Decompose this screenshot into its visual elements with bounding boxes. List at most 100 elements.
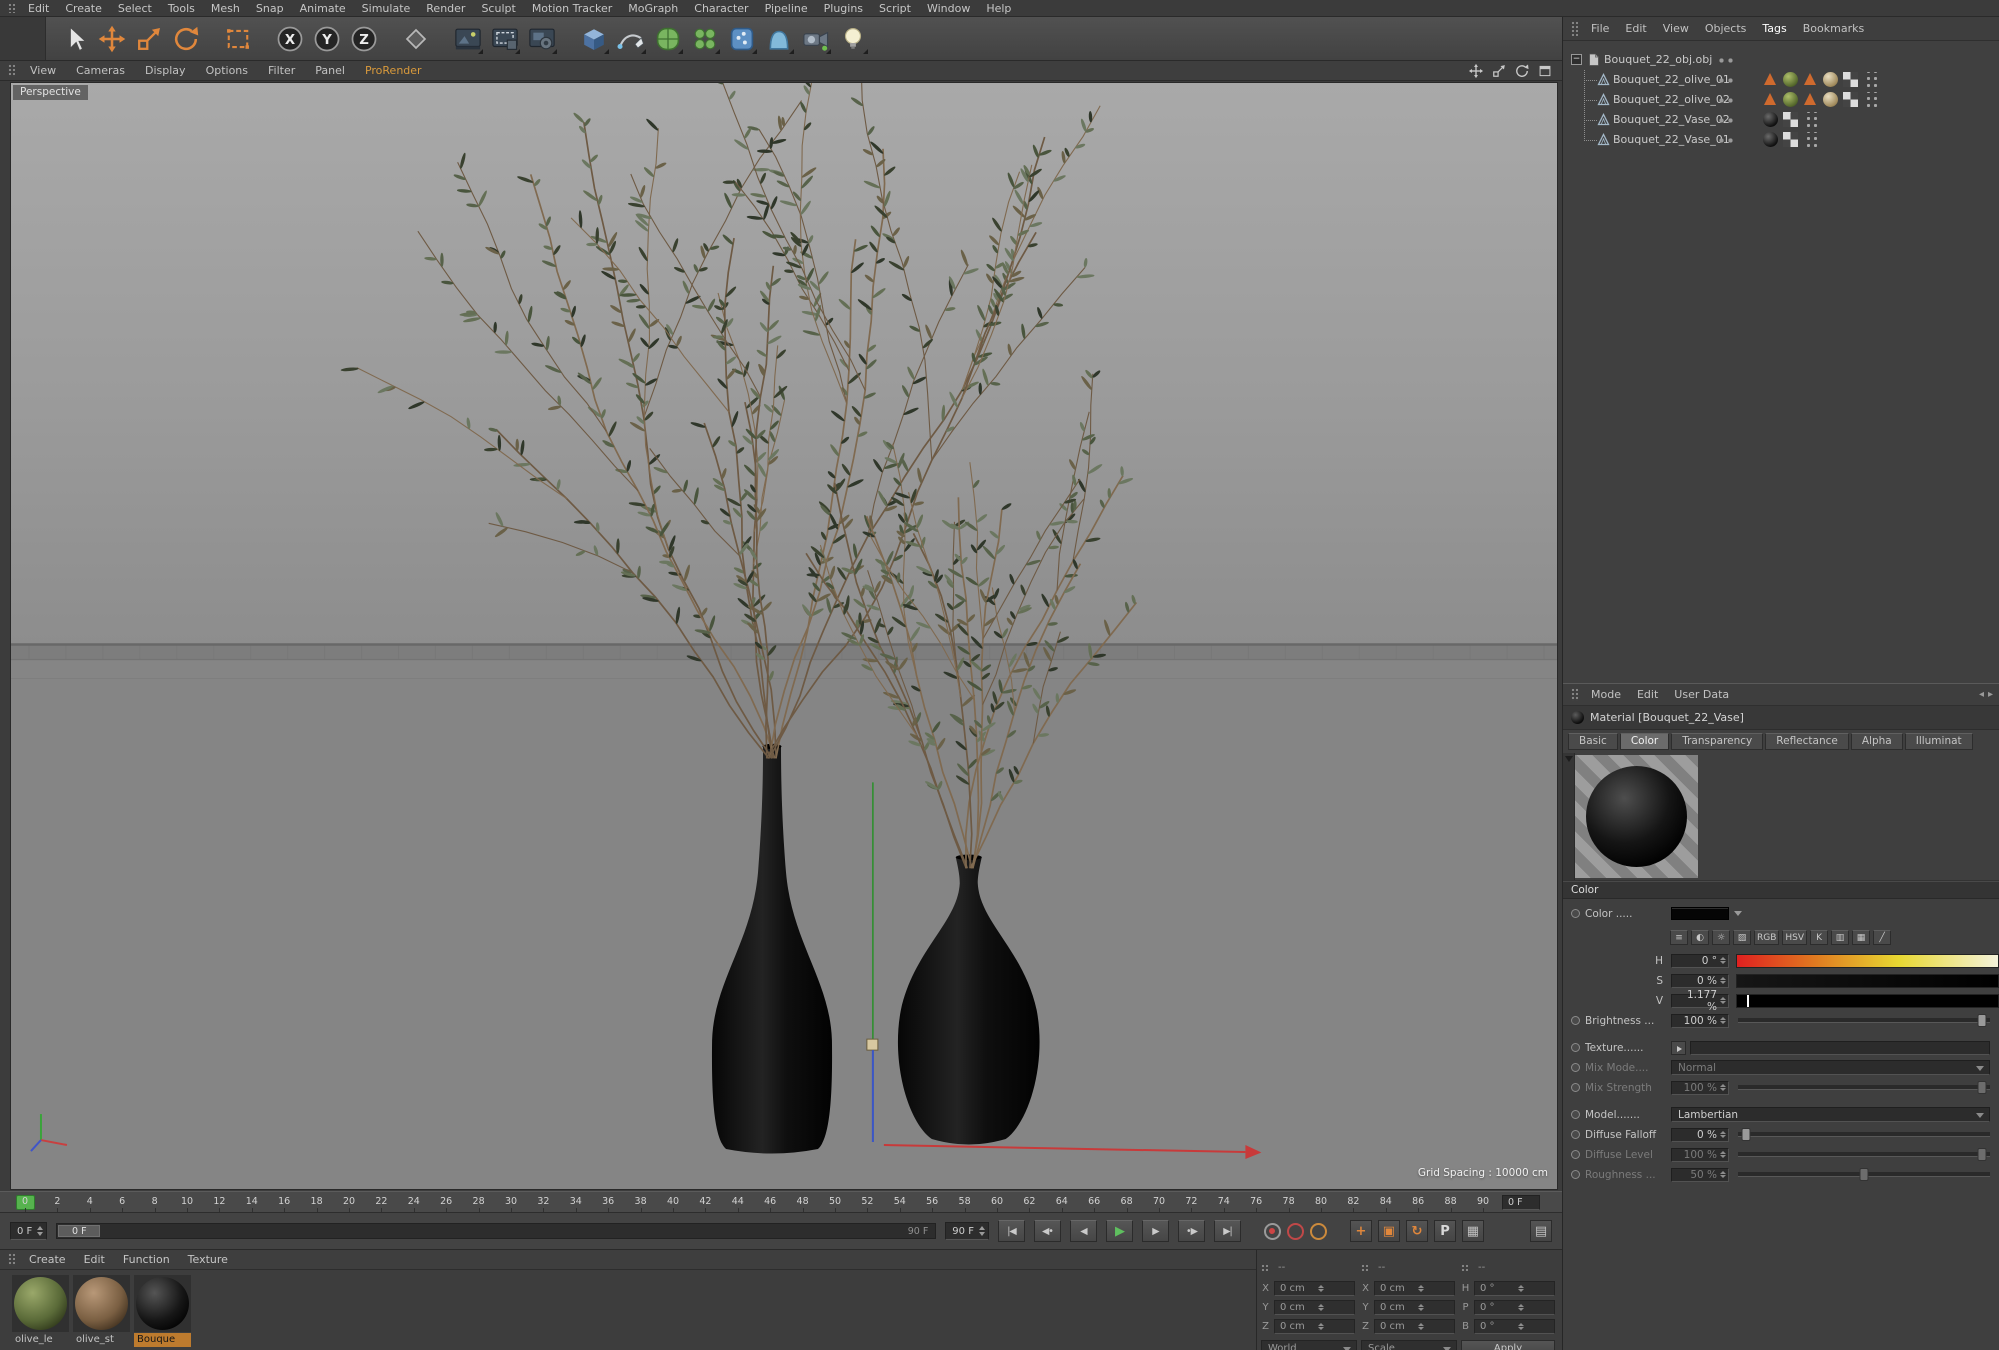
- tag-dots-icon[interactable]: [1803, 132, 1818, 147]
- visibility-dots[interactable]: [1717, 77, 1734, 84]
- menu-plugins[interactable]: Plugins: [816, 2, 871, 15]
- slider-diffuse-level[interactable]: [1738, 1148, 1990, 1161]
- move-tool-button[interactable]: [95, 22, 129, 56]
- picture-icon[interactable]: ▨: [1733, 930, 1751, 945]
- play-button[interactable]: ▶: [1105, 1220, 1133, 1242]
- add-deformer-button[interactable]: [762, 22, 796, 56]
- material-item-olive-st[interactable]: olive_st: [73, 1275, 130, 1347]
- menubar-grip[interactable]: [8, 2, 15, 14]
- animate-dot-color[interactable]: [1571, 909, 1580, 918]
- add-array-generator-button[interactable]: [688, 22, 722, 56]
- record-keyframe-button[interactable]: [1263, 1222, 1281, 1240]
- viewport-menu-grip[interactable]: [8, 64, 15, 77]
- animate-dot-mix-strength[interactable]: [1571, 1083, 1580, 1092]
- slider-roughness[interactable]: [1738, 1168, 1990, 1181]
- menu-sculpt[interactable]: Sculpt: [473, 2, 523, 15]
- last-used-tool-button[interactable]: [221, 22, 255, 56]
- tag-matblack-icon[interactable]: [1763, 132, 1778, 147]
- autokey-objects-button[interactable]: [1309, 1222, 1327, 1240]
- start-frame-field[interactable]: 0 F: [10, 1222, 48, 1240]
- spectrum-icon[interactable]: ☼: [1712, 930, 1730, 945]
- material-item-olive-le[interactable]: olive_le: [12, 1275, 69, 1347]
- value-field[interactable]: 100 %: [1671, 1013, 1729, 1028]
- tag-dots-icon[interactable]: [1803, 112, 1818, 127]
- add-cube-object-button[interactable]: [577, 22, 611, 56]
- compact-toggle-icon[interactable]: ≡: [1670, 930, 1688, 945]
- tag-mattan-icon[interactable]: [1823, 92, 1838, 107]
- tag-mattan-icon[interactable]: [1823, 72, 1838, 87]
- render-view-button[interactable]: [451, 22, 485, 56]
- rotate-tool-button[interactable]: [169, 22, 203, 56]
- material-sphere-preview[interactable]: [12, 1275, 69, 1332]
- slider-diffuse-falloff[interactable]: [1738, 1128, 1990, 1141]
- animate-dot-brightness[interactable]: [1571, 1016, 1580, 1025]
- material-sphere-preview[interactable]: [134, 1275, 191, 1332]
- add-light-button[interactable]: [836, 22, 870, 56]
- render-region-button[interactable]: [488, 22, 522, 56]
- menu-animate[interactable]: Animate: [292, 2, 354, 15]
- value-field[interactable]: 100 %: [1671, 1080, 1729, 1095]
- slider-handle[interactable]: [1977, 1014, 1987, 1027]
- color-swatch[interactable]: [1671, 907, 1729, 920]
- y-axis-lock-button[interactable]: Y: [310, 22, 344, 56]
- material-menu-create[interactable]: Create: [20, 1253, 75, 1266]
- value-field[interactable]: 0 °: [1671, 953, 1729, 968]
- goto-start-button[interactable]: |◀: [997, 1220, 1025, 1242]
- next-key-button[interactable]: •▶: [1177, 1220, 1205, 1242]
- object-manager-grip[interactable]: [1571, 20, 1578, 37]
- attr-menu-edit[interactable]: Edit: [1629, 688, 1666, 701]
- menu-pipeline[interactable]: Pipeline: [757, 2, 816, 15]
- layout-panel-button[interactable]: ▤: [1530, 1220, 1552, 1242]
- picker-icon[interactable]: ╱: [1873, 930, 1892, 945]
- coords-field[interactable]: 0 cm: [1374, 1300, 1455, 1315]
- preview-options-strip[interactable]: [1563, 753, 1575, 880]
- hsv-mode-button[interactable]: HSV: [1782, 930, 1808, 945]
- attribute-menu-grip[interactable]: [1571, 687, 1578, 702]
- dropdown-mix-mode[interactable]: Normal: [1671, 1060, 1990, 1075]
- viewport-rotate-button[interactable]: [1513, 62, 1531, 80]
- menu-simulate[interactable]: Simulate: [354, 2, 419, 15]
- apply-button[interactable]: Apply: [1461, 1340, 1555, 1350]
- z-axis-lock-button[interactable]: Z: [347, 22, 381, 56]
- animate-dot-roughness[interactable]: [1571, 1170, 1580, 1179]
- viewport-toggle-button[interactable]: [1536, 62, 1554, 80]
- coords-field[interactable]: 0 cm: [1274, 1300, 1355, 1315]
- slider-handle[interactable]: [1977, 1081, 1987, 1094]
- coords-field[interactable]: 0 cm: [1374, 1281, 1455, 1296]
- tag-dots-icon[interactable]: [1863, 92, 1878, 107]
- tag-uvw-icon[interactable]: [1783, 112, 1798, 127]
- material-menu-grip[interactable]: [8, 1253, 15, 1266]
- om-menu-file[interactable]: File: [1583, 22, 1617, 35]
- coords-field[interactable]: 0 cm: [1274, 1319, 1355, 1334]
- viewport-zoom-button[interactable]: [1490, 62, 1508, 80]
- menu-script[interactable]: Script: [871, 2, 919, 15]
- om-menu-bookmarks[interactable]: Bookmarks: [1795, 22, 1872, 35]
- mini-rotate-icon[interactable]: ↻: [1405, 1220, 1428, 1242]
- om-menu-objects[interactable]: Objects: [1697, 22, 1755, 35]
- expand-collapse-toggle[interactable]: −: [1571, 54, 1582, 65]
- section-header-color[interactable]: Color: [1563, 881, 1999, 899]
- menu-window[interactable]: Window: [919, 2, 978, 15]
- material-menu-texture[interactable]: Texture: [179, 1253, 237, 1266]
- menu-mograph[interactable]: MoGraph: [620, 2, 686, 15]
- preview-box[interactable]: [1575, 755, 1698, 878]
- coords-space-dropdown[interactable]: World: [1261, 1340, 1357, 1350]
- current-frame-field[interactable]: 0 F: [1502, 1195, 1540, 1210]
- object-row-bouquet-22-olive-01[interactable]: Bouquet_22_olive_01: [1563, 70, 1999, 90]
- viewport-pan-button[interactable]: [1467, 62, 1485, 80]
- viewport-3d[interactable]: Perspective Grid Spacing : 10000 cm: [10, 82, 1558, 1190]
- slider-handle[interactable]: [1859, 1168, 1869, 1181]
- coords-field[interactable]: 0 cm: [1274, 1281, 1355, 1296]
- animate-dot-model[interactable]: [1571, 1110, 1580, 1119]
- tag-matgreen-icon[interactable]: [1783, 92, 1798, 107]
- menu-tools[interactable]: Tools: [160, 2, 203, 15]
- gradient-bar-hue[interactable]: [1736, 953, 1999, 968]
- mini-scale-icon[interactable]: ▣: [1377, 1220, 1400, 1242]
- object-row-bouquet-22-vase-01[interactable]: Bouquet_22_Vase_01: [1563, 130, 1999, 150]
- viewport-menu-panel[interactable]: Panel: [305, 64, 355, 77]
- material-name-label[interactable]: olive_st: [73, 1333, 130, 1347]
- tag-dots-icon[interactable]: [1863, 72, 1878, 87]
- viewport-menu-prorender[interactable]: ProRender: [355, 64, 432, 77]
- attr-menu-user-data[interactable]: User Data: [1666, 688, 1737, 701]
- dropdown-model[interactable]: Lambertian: [1671, 1107, 1990, 1122]
